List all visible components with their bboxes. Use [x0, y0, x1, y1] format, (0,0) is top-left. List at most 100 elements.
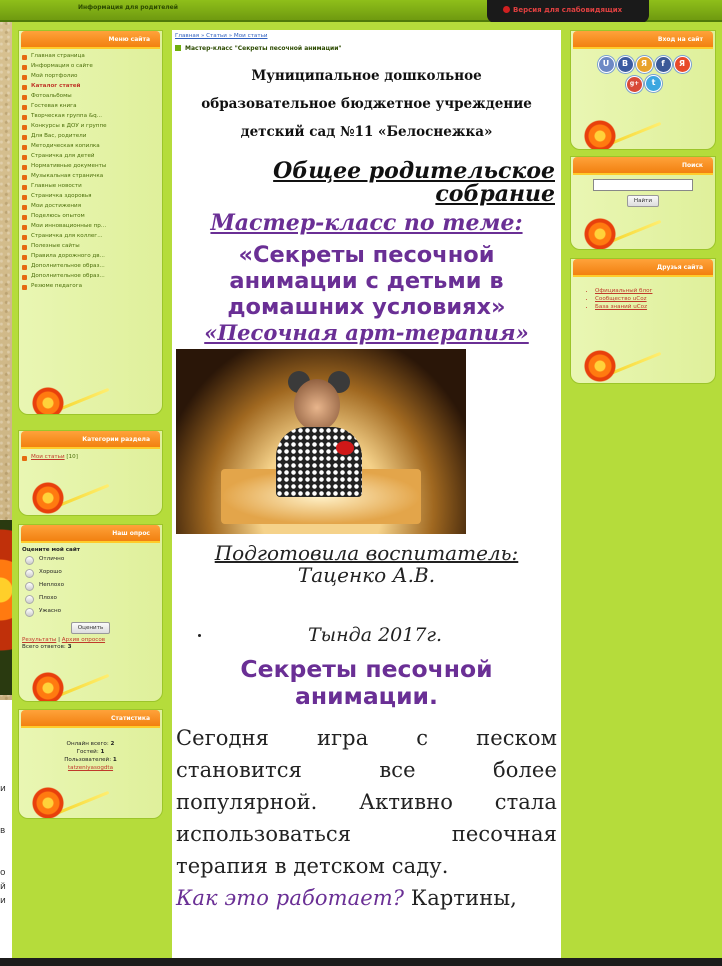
child-head [294, 379, 340, 431]
ucoz-icon[interactable]: U [597, 56, 615, 73]
edge-text: в [0, 826, 6, 836]
categories-title: Категории раздела [21, 431, 160, 449]
org-line: Муниципальное дошкольное [251, 68, 482, 84]
background-flower-edge [0, 520, 12, 695]
stats-users-label: Пользователей: [64, 757, 113, 763]
menu-item[interactable]: Поделюсь опытом [19, 213, 162, 223]
poll-option[interactable]: Хорошо [19, 569, 162, 582]
poll-submit-button[interactable]: Оценить [70, 622, 111, 634]
menu-item[interactable]: Страничка для детей [19, 153, 162, 163]
page-title-text: Мастер-класс "Секреты песочной анимации" [185, 45, 342, 52]
child-dress [276, 427, 362, 497]
stats-guests: Гостей: 1 [19, 748, 162, 756]
poll-option-label: Хорошо [39, 569, 62, 575]
top-bar: Информация для родителей Версия для слаб… [0, 0, 722, 23]
poll-links: Результаты | Архив опросов [19, 634, 162, 643]
menu-item[interactable]: Правила дорожного дв... [19, 253, 162, 263]
eye-icon [503, 6, 510, 13]
flower-decoration [31, 386, 65, 414]
menu-item[interactable]: Страничка здоровья [19, 193, 162, 203]
menu-item-active[interactable]: Каталог статей [19, 83, 162, 93]
login-title: Вход на сайт [573, 31, 713, 49]
poll-option[interactable]: Ужасно [19, 608, 162, 621]
google-plus-icon[interactable]: g+ [626, 76, 643, 93]
meeting-heading-line: Общее родительское [273, 158, 555, 184]
left-edge-text: и в о й и [0, 700, 12, 966]
flower-decoration [583, 119, 617, 149]
menu-item[interactable]: Дополнительное образ... [19, 273, 162, 283]
menu-item[interactable]: Полезные сайты [19, 243, 162, 253]
bottom-bar [0, 958, 722, 966]
radio-icon[interactable] [25, 569, 34, 578]
poll-total-label: Всего ответов: [22, 644, 68, 650]
search-button[interactable]: Найти [626, 194, 660, 207]
menu-item[interactable]: Для Вас, родители [19, 133, 162, 143]
radio-icon[interactable] [25, 556, 34, 565]
low-vision-version-button[interactable]: Версия для слабовидящих [487, 0, 649, 23]
friend-link[interactable]: Официальный блог [595, 287, 715, 295]
prepared-by: Подготовила воспитатель: [214, 541, 519, 565]
poll-results-link[interactable]: Результаты [22, 637, 56, 643]
bullet-icon [198, 634, 201, 637]
poll-option[interactable]: Отлично [19, 556, 162, 569]
search-input[interactable] [593, 179, 693, 191]
menu-item[interactable]: Мой портфолио [19, 73, 162, 83]
category-item[interactable]: Мои статьи [10] [19, 454, 162, 464]
master-class-heading: Мастер-класс по теме: [210, 210, 523, 236]
menu-item[interactable]: Нормативные документы [19, 163, 162, 173]
radio-icon[interactable] [25, 582, 34, 591]
friend-link[interactable]: Сообщество uCoz [595, 295, 715, 303]
poll-option-label: Плохо [39, 595, 57, 601]
flower-decoration [31, 481, 65, 515]
menu-item[interactable]: Резюме педагога [19, 283, 162, 293]
twitter-icon[interactable]: t [645, 75, 662, 92]
menu-item[interactable]: Главная страница [19, 53, 162, 63]
menu-item[interactable]: Гостевая книга [19, 103, 162, 113]
paragraph-line: Как это работает? Картины, [176, 882, 557, 914]
article-icon [175, 45, 181, 51]
menu-item[interactable]: Информация о сайте [19, 63, 162, 73]
stats-title: Статистика [21, 710, 160, 728]
parents-info-link[interactable]: Информация для родителей [78, 4, 178, 11]
stats-guests-value: 1 [100, 749, 105, 755]
menu-item[interactable]: Конкурсы в ДОУ и группе [19, 123, 162, 133]
topic-line: «Секреты песочной [238, 242, 495, 268]
site-menu-title: Меню сайта [21, 31, 160, 49]
menu-item[interactable]: Мои инновационные пр... [19, 223, 162, 233]
category-link[interactable]: Мои статьи [31, 454, 65, 460]
radio-icon[interactable] [25, 595, 34, 604]
poll-option[interactable]: Плохо [19, 595, 162, 608]
stats-online-label: Онлайн всего: [66, 741, 111, 747]
menu-item[interactable]: Фотоальбомы [19, 93, 162, 103]
menu-item[interactable]: Методическая копилка [19, 143, 162, 153]
menu-item[interactable]: Страничка для коллег... [19, 233, 162, 243]
poll-archive-link[interactable]: Архив опросов [62, 637, 105, 643]
stats-online-value: 2 [110, 741, 115, 747]
poll-question: Оцените мой сайт [22, 547, 80, 553]
edge-text: и [0, 896, 6, 906]
yandex-mail-icon[interactable]: Я [673, 56, 691, 73]
breadcrumb[interactable]: Главная » Статьи » Мои статьи [172, 30, 561, 42]
paragraph-text: Сегодня игра с песком становится все бол… [176, 726, 557, 878]
facebook-icon[interactable]: f [654, 56, 672, 73]
social-login: UBЯfЯ g+ t [581, 55, 707, 94]
author-name: Таценко А.В. [297, 563, 436, 587]
menu-item[interactable]: Дополнительное образ... [19, 263, 162, 273]
poll-option[interactable]: Неплохо [19, 582, 162, 595]
poll-option-label: Ужасно [39, 608, 62, 614]
online-user-link[interactable]: tatzeniyasogdta [19, 764, 162, 772]
vk-icon[interactable]: B [616, 56, 634, 73]
menu-item[interactable]: Главные новости [19, 183, 162, 193]
menu-item[interactable]: Мои достижения [19, 203, 162, 213]
yandex-icon[interactable]: Я [635, 56, 653, 73]
menu-item[interactable]: Творческая группа &q... [19, 113, 162, 123]
menu-item[interactable]: Музыкальная страничка [19, 173, 162, 183]
friend-link[interactable]: База знаний uCoz [595, 303, 715, 311]
poll-total: Всего ответов: 3 [19, 643, 162, 650]
friends-block: Друзья сайта Официальный блог Сообщество… [570, 258, 716, 384]
article-content: Главная » Статьи » Мои статьи Мастер-кла… [172, 30, 561, 966]
radio-icon[interactable] [25, 608, 34, 617]
meeting-heading-line: собрание [435, 181, 555, 207]
place-year: Тында 2017г. [172, 624, 561, 646]
page-title: Мастер-класс "Секреты песочной анимации" [172, 42, 561, 52]
